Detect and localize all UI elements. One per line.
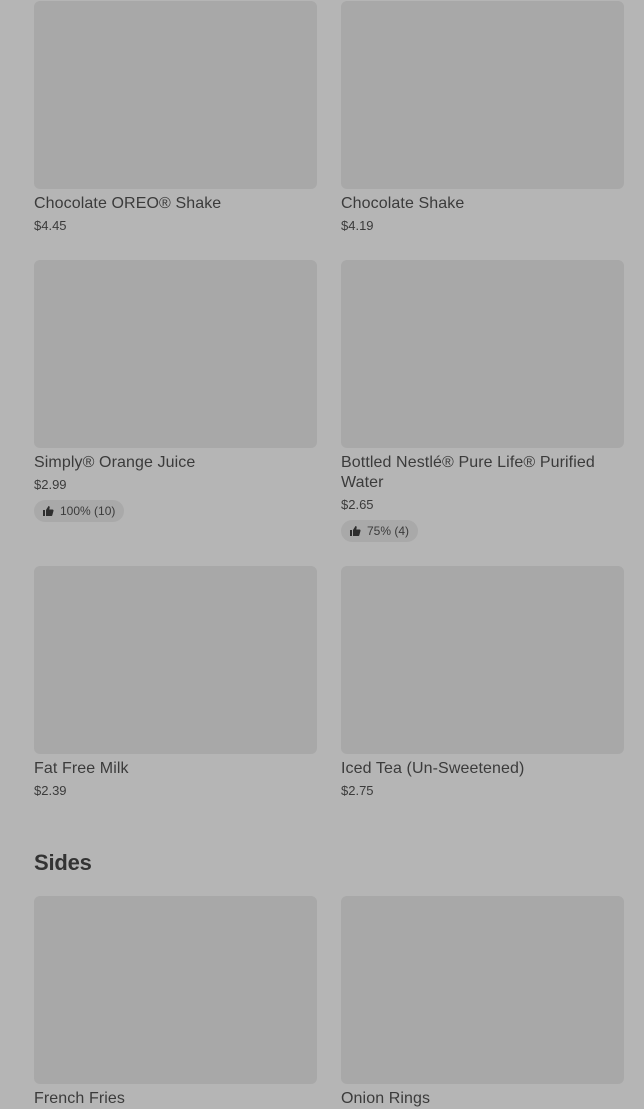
item-price: $2.65 (341, 497, 374, 512)
drinks-row-2: Simply® Orange Juice $2.99 100% (10) Bot… (34, 260, 624, 542)
item-price: $2.75 (341, 783, 374, 798)
item-name[interactable]: French Fries (34, 1089, 317, 1109)
item-name[interactable]: Simply® Orange Juice (34, 453, 317, 473)
item-name[interactable]: Fat Free Milk (34, 759, 317, 779)
drinks-row-3: Fat Free Milk $2.39 Iced Tea (Un-Sweeten… (34, 566, 624, 799)
rating-value: 75% (4) (367, 524, 410, 538)
item-image[interactable] (34, 566, 317, 754)
menu-item-card[interactable]: Fat Free Milk $2.39 (34, 566, 317, 799)
item-image[interactable] (341, 896, 624, 1084)
rating-value: 100% (10) (60, 504, 116, 518)
item-name[interactable]: Onion Rings (341, 1089, 624, 1109)
item-price: $4.19 (341, 218, 374, 233)
item-name[interactable]: Chocolate OREO® Shake (34, 194, 317, 214)
item-image[interactable] (341, 1, 624, 189)
menu-item-card[interactable]: Onion Rings (341, 896, 624, 1109)
menu-item-card[interactable]: French Fries (34, 896, 317, 1109)
thumbs-up-icon (349, 525, 361, 537)
item-image[interactable] (34, 896, 317, 1084)
item-image[interactable] (34, 1, 317, 189)
item-price: $2.99 (34, 477, 67, 492)
thumbs-up-icon (42, 505, 54, 517)
item-image[interactable] (341, 260, 624, 448)
menu-item-card[interactable]: Iced Tea (Un-Sweetened) $2.75 (341, 566, 624, 799)
item-name[interactable]: Chocolate Shake (341, 194, 624, 214)
item-price: $4.45 (34, 218, 67, 233)
menu-item-card[interactable]: Bottled Nestlé® Pure Life® Purified Wate… (341, 260, 624, 542)
item-name[interactable]: Iced Tea (Un-Sweetened) (341, 759, 624, 779)
menu-item-card[interactable]: Chocolate OREO® Shake $4.45 (34, 1, 317, 234)
item-image[interactable] (34, 260, 317, 448)
item-image[interactable] (341, 566, 624, 754)
sides-row-1: French Fries Onion Rings (34, 896, 624, 1109)
item-name[interactable]: Bottled Nestlé® Pure Life® Purified Wate… (341, 453, 624, 493)
menu-item-card[interactable]: Chocolate Shake $4.19 (341, 1, 624, 234)
rating-badge: 100% (10) (34, 500, 125, 522)
item-price: $2.39 (34, 783, 67, 798)
section-title-sides: Sides (34, 850, 92, 875)
drinks-row-1: Chocolate OREO® Shake $4.45 Chocolate Sh… (34, 1, 624, 234)
menu-item-card[interactable]: Simply® Orange Juice $2.99 100% (10) (34, 260, 317, 542)
rating-badge: 75% (4) (341, 520, 419, 542)
menu-page: Chocolate OREO® Shake $4.45 Chocolate Sh… (0, 0, 644, 1109)
